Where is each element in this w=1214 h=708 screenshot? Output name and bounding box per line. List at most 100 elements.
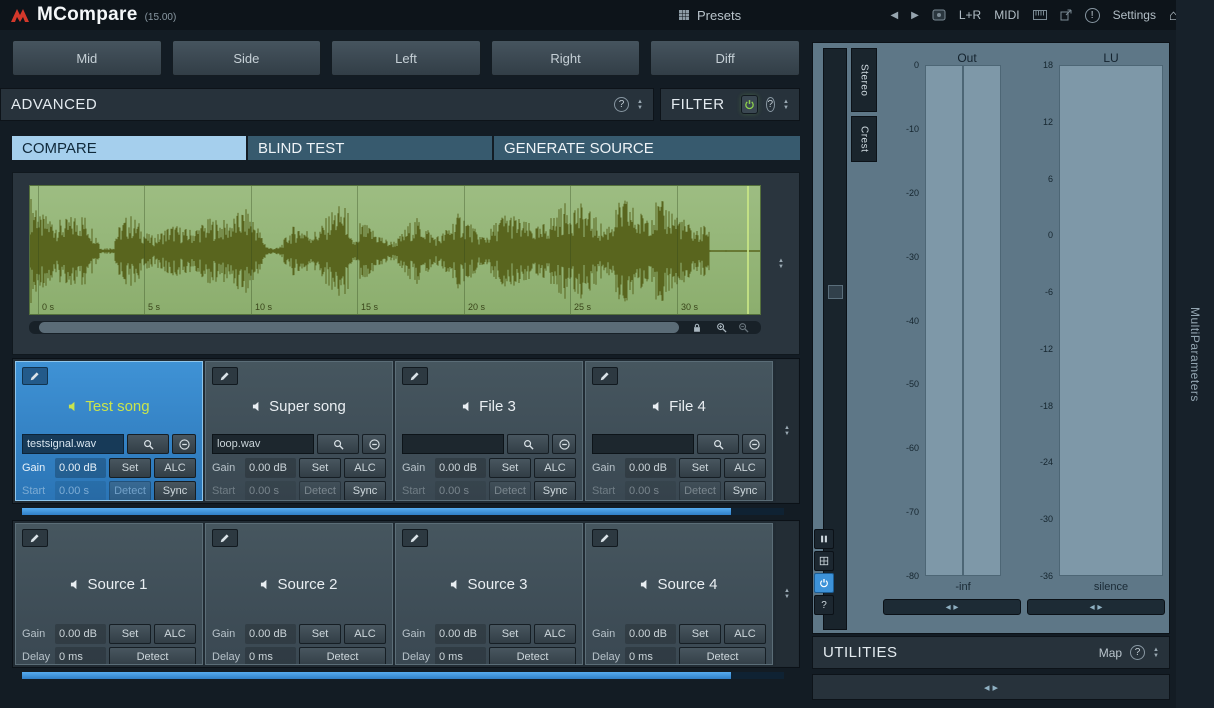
file-slot-2[interactable]: Super song Gain 0.00 dB Set ALC Start 0.… xyxy=(205,361,393,501)
delay-value[interactable]: 0 ms xyxy=(245,647,296,665)
bottom-right-slider[interactable]: ◂ ▸ xyxy=(812,674,1170,700)
channel-right-button[interactable]: Right xyxy=(491,40,641,76)
file-slot-4[interactable]: File 4 Gain 0.00 dB Set ALC Start 0.00 s… xyxy=(585,361,773,501)
file-slot-3[interactable]: File 3 Gain 0.00 dB Set ALC Start 0.00 s… xyxy=(395,361,583,501)
edit-name-button[interactable] xyxy=(402,529,428,547)
delay-value[interactable]: 0 ms xyxy=(435,647,486,665)
meter-power-icon[interactable] xyxy=(814,573,834,593)
detect-button[interactable]: Detect xyxy=(299,481,341,501)
next-preset-button[interactable]: ▶ xyxy=(911,10,919,21)
lu-meter-range-slider[interactable]: ◂ ▸ xyxy=(1027,599,1165,615)
pause-icon[interactable] xyxy=(814,529,834,549)
gain-value[interactable]: 0.00 dB xyxy=(245,624,296,644)
alc-button[interactable]: ALC xyxy=(154,458,196,478)
filter-collapse-spinner[interactable]: ▲▼ xyxy=(783,99,789,111)
edit-name-button[interactable] xyxy=(592,367,618,385)
vertical-zoom-spinner[interactable]: ▲▼ xyxy=(778,258,784,270)
start-value[interactable]: 0.00 s xyxy=(55,481,106,501)
filter-help-icon[interactable]: ? xyxy=(766,97,776,112)
alert-icon[interactable]: ! xyxy=(1085,8,1100,23)
sync-button[interactable]: Sync xyxy=(344,481,386,501)
slot-scroll-spinner[interactable]: ▲▼ xyxy=(784,588,790,600)
waveform-scrollbar[interactable] xyxy=(29,321,761,334)
gain-value[interactable]: 0.00 dB xyxy=(435,458,486,478)
detect-button[interactable]: Detect xyxy=(299,647,386,665)
set-button[interactable]: Set xyxy=(299,458,341,478)
edit-name-button[interactable] xyxy=(22,529,48,547)
edit-name-button[interactable] xyxy=(212,367,238,385)
export-icon[interactable] xyxy=(1060,9,1072,21)
remove-file-icon[interactable] xyxy=(172,434,196,454)
source-slot-2[interactable]: Source 2 Gain 0.00 dB Set ALC Delay 0 ms… xyxy=(205,523,393,665)
map-button[interactable]: Map xyxy=(1099,646,1122,660)
sync-button[interactable]: Sync xyxy=(534,481,576,501)
filename-input[interactable] xyxy=(22,434,124,454)
lock-icon[interactable] xyxy=(689,322,705,333)
alc-button[interactable]: ALC xyxy=(154,624,196,644)
remove-file-icon[interactable] xyxy=(742,434,766,454)
start-value[interactable]: 0.00 s xyxy=(625,481,676,501)
advanced-collapse-spinner[interactable]: ▲▼ xyxy=(637,99,643,111)
start-value[interactable]: 0.00 s xyxy=(245,481,296,501)
search-icon[interactable] xyxy=(697,434,739,454)
scroll-thumb[interactable] xyxy=(22,672,731,679)
sync-button[interactable]: Sync xyxy=(724,481,766,501)
gain-value[interactable]: 0.00 dB xyxy=(55,458,106,478)
previous-preset-button[interactable]: ◀ xyxy=(890,10,898,21)
channel-side-button[interactable]: Side xyxy=(172,40,322,76)
filter-power-button[interactable] xyxy=(741,95,758,114)
detect-button[interactable]: Detect xyxy=(109,647,196,665)
gain-value[interactable]: 0.00 dB xyxy=(245,458,296,478)
channel-mid-button[interactable]: Mid xyxy=(12,40,162,76)
advanced-help-icon[interactable]: ? xyxy=(614,97,629,112)
start-value[interactable]: 0.00 s xyxy=(435,481,486,501)
alc-button[interactable]: ALC xyxy=(344,458,386,478)
stereo-meter-button[interactable]: Stereo xyxy=(851,48,877,112)
scroll-thumb[interactable] xyxy=(22,508,731,515)
delay-value[interactable]: 0 ms xyxy=(55,647,106,665)
delay-value[interactable]: 0 ms xyxy=(625,647,676,665)
settings-button[interactable]: Settings xyxy=(1113,8,1156,22)
channel-left-button[interactable]: Left xyxy=(331,40,481,76)
file-slot-1[interactable]: Test song Gain 0.00 dB Set ALC Start 0.0… xyxy=(15,361,203,501)
alc-button[interactable]: ALC xyxy=(724,624,766,644)
gain-value[interactable]: 0.00 dB xyxy=(625,458,676,478)
set-button[interactable]: Set xyxy=(489,458,531,478)
file-slots-scrollbar[interactable] xyxy=(22,508,784,515)
search-icon[interactable] xyxy=(127,434,169,454)
source-slot-4[interactable]: Source 4 Gain 0.00 dB Set ALC Delay 0 ms… xyxy=(585,523,773,665)
waveform-display[interactable]: 0 s 5 s 10 s 15 s 20 s 25 s 30 s xyxy=(29,185,761,315)
detect-button[interactable]: Detect xyxy=(489,647,576,665)
waveform-scroll-thumb[interactable] xyxy=(39,322,679,333)
multiparameters-strip[interactable]: MultiParameters xyxy=(1176,0,1214,708)
alc-button[interactable]: ALC xyxy=(534,624,576,644)
set-button[interactable]: Set xyxy=(679,624,721,644)
zoom-in-icon[interactable] xyxy=(713,322,729,333)
remove-file-icon[interactable] xyxy=(362,434,386,454)
gain-value[interactable]: 0.00 dB xyxy=(55,624,106,644)
sync-button[interactable]: Sync xyxy=(154,481,196,501)
set-button[interactable]: Set xyxy=(489,624,531,644)
filename-input[interactable] xyxy=(592,434,694,454)
edit-name-button[interactable] xyxy=(212,529,238,547)
search-icon[interactable] xyxy=(317,434,359,454)
crest-meter-button[interactable]: Crest xyxy=(851,116,877,162)
channel-mode-button[interactable]: L+R xyxy=(959,8,981,22)
keyboard-icon[interactable] xyxy=(1033,10,1047,20)
source-slots-scrollbar[interactable] xyxy=(22,672,784,679)
set-button[interactable]: Set xyxy=(679,458,721,478)
search-icon[interactable] xyxy=(507,434,549,454)
tab-generate-source[interactable]: GENERATE SOURCE xyxy=(494,136,800,160)
edit-name-button[interactable] xyxy=(22,367,48,385)
alc-button[interactable]: ALC xyxy=(534,458,576,478)
edit-name-button[interactable] xyxy=(592,529,618,547)
detect-button[interactable]: Detect xyxy=(679,481,721,501)
meter-options-icon[interactable] xyxy=(828,285,843,299)
edit-name-button[interactable] xyxy=(402,367,428,385)
gain-value[interactable]: 0.00 dB xyxy=(435,624,486,644)
detect-button[interactable]: Detect xyxy=(489,481,531,501)
filename-input[interactable] xyxy=(212,434,314,454)
zoom-out-icon[interactable] xyxy=(735,322,751,333)
source-slot-1[interactable]: Source 1 Gain 0.00 dB Set ALC Delay 0 ms… xyxy=(15,523,203,665)
remove-file-icon[interactable] xyxy=(552,434,576,454)
